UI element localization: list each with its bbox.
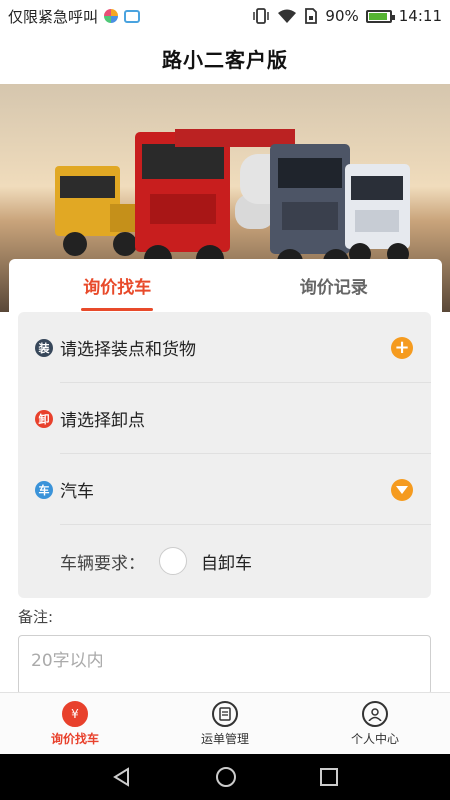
nav-personal-center[interactable]: 个人中心	[300, 693, 450, 754]
tab-find-vehicle[interactable]: 询价找车	[9, 259, 226, 311]
remark-label: 备注:	[18, 608, 54, 626]
carrier-text: 仅限紧急呼叫	[8, 7, 99, 26]
vibrate-icon	[253, 8, 270, 24]
status-bar: 仅限紧急呼叫 90% 14:11	[0, 0, 450, 32]
unloading-point-label: 请选择卸点	[60, 411, 145, 431]
remark-input[interactable]	[18, 635, 431, 695]
bottom-nav: ¥ 询价找车 运单管理 个人中心	[0, 692, 450, 754]
sim-icon	[305, 8, 318, 24]
chevron-down-circle-icon[interactable]	[391, 478, 413, 501]
recents-icon[interactable]	[319, 767, 339, 787]
nav-label: 个人中心	[350, 731, 399, 746]
vehicle-type-label: 汽车	[60, 482, 94, 502]
app-header: 路小二客户版	[0, 32, 450, 84]
loading-point-label: 请选择装点和货物	[60, 340, 196, 360]
plus-circle-icon[interactable]: +	[391, 336, 413, 359]
colorful-dot-icon	[104, 9, 119, 23]
image-notification-icon	[124, 9, 141, 23]
vehicle-requirement-label: 车辆要求：	[60, 553, 145, 574]
wifi-icon	[278, 9, 297, 23]
back-icon[interactable]	[111, 766, 133, 788]
battery-icon	[365, 9, 395, 23]
nav-find-vehicle[interactable]: ¥ 询价找车	[0, 693, 150, 754]
clock-time: 14:11	[398, 7, 442, 25]
system-nav-bar	[0, 754, 450, 800]
vehicle-requirement: 车辆要求： 自卸车	[60, 525, 252, 597]
loading-badge: 装	[35, 338, 53, 357]
dump-truck-label: 自卸车	[201, 553, 252, 574]
document-icon	[212, 700, 238, 727]
battery-percent: 90%	[325, 7, 359, 25]
yen-icon: ¥	[62, 700, 88, 727]
page-title: 路小二客户版	[162, 47, 288, 72]
nav-waybill-management[interactable]: 运单管理	[150, 693, 300, 754]
inquiry-card: 询价找车 询价记录 装 请选择装点和货物 + 卸 请选择卸点 车 汽车 车辆要求…	[9, 259, 442, 695]
person-icon	[362, 700, 388, 727]
home-icon[interactable]	[214, 765, 238, 789]
vehicle-type-row[interactable]: 车 汽车	[18, 454, 431, 525]
nav-label: 运单管理	[200, 731, 249, 746]
unloading-point-row[interactable]: 卸 请选择卸点	[18, 383, 431, 454]
unloading-badge: 卸	[35, 409, 53, 428]
loading-point-row[interactable]: 装 请选择装点和货物 +	[18, 312, 431, 383]
tab-inquiry-records[interactable]: 询价记录	[226, 259, 443, 311]
dump-truck-radio[interactable]	[159, 547, 187, 575]
tab-bar: 询价找车 询价记录	[9, 259, 442, 311]
vehicle-badge: 车	[35, 480, 53, 499]
inquiry-form: 装 请选择装点和货物 + 卸 请选择卸点 车 汽车 车辆要求： 自卸车	[18, 312, 431, 598]
nav-label: 询价找车	[50, 731, 99, 746]
